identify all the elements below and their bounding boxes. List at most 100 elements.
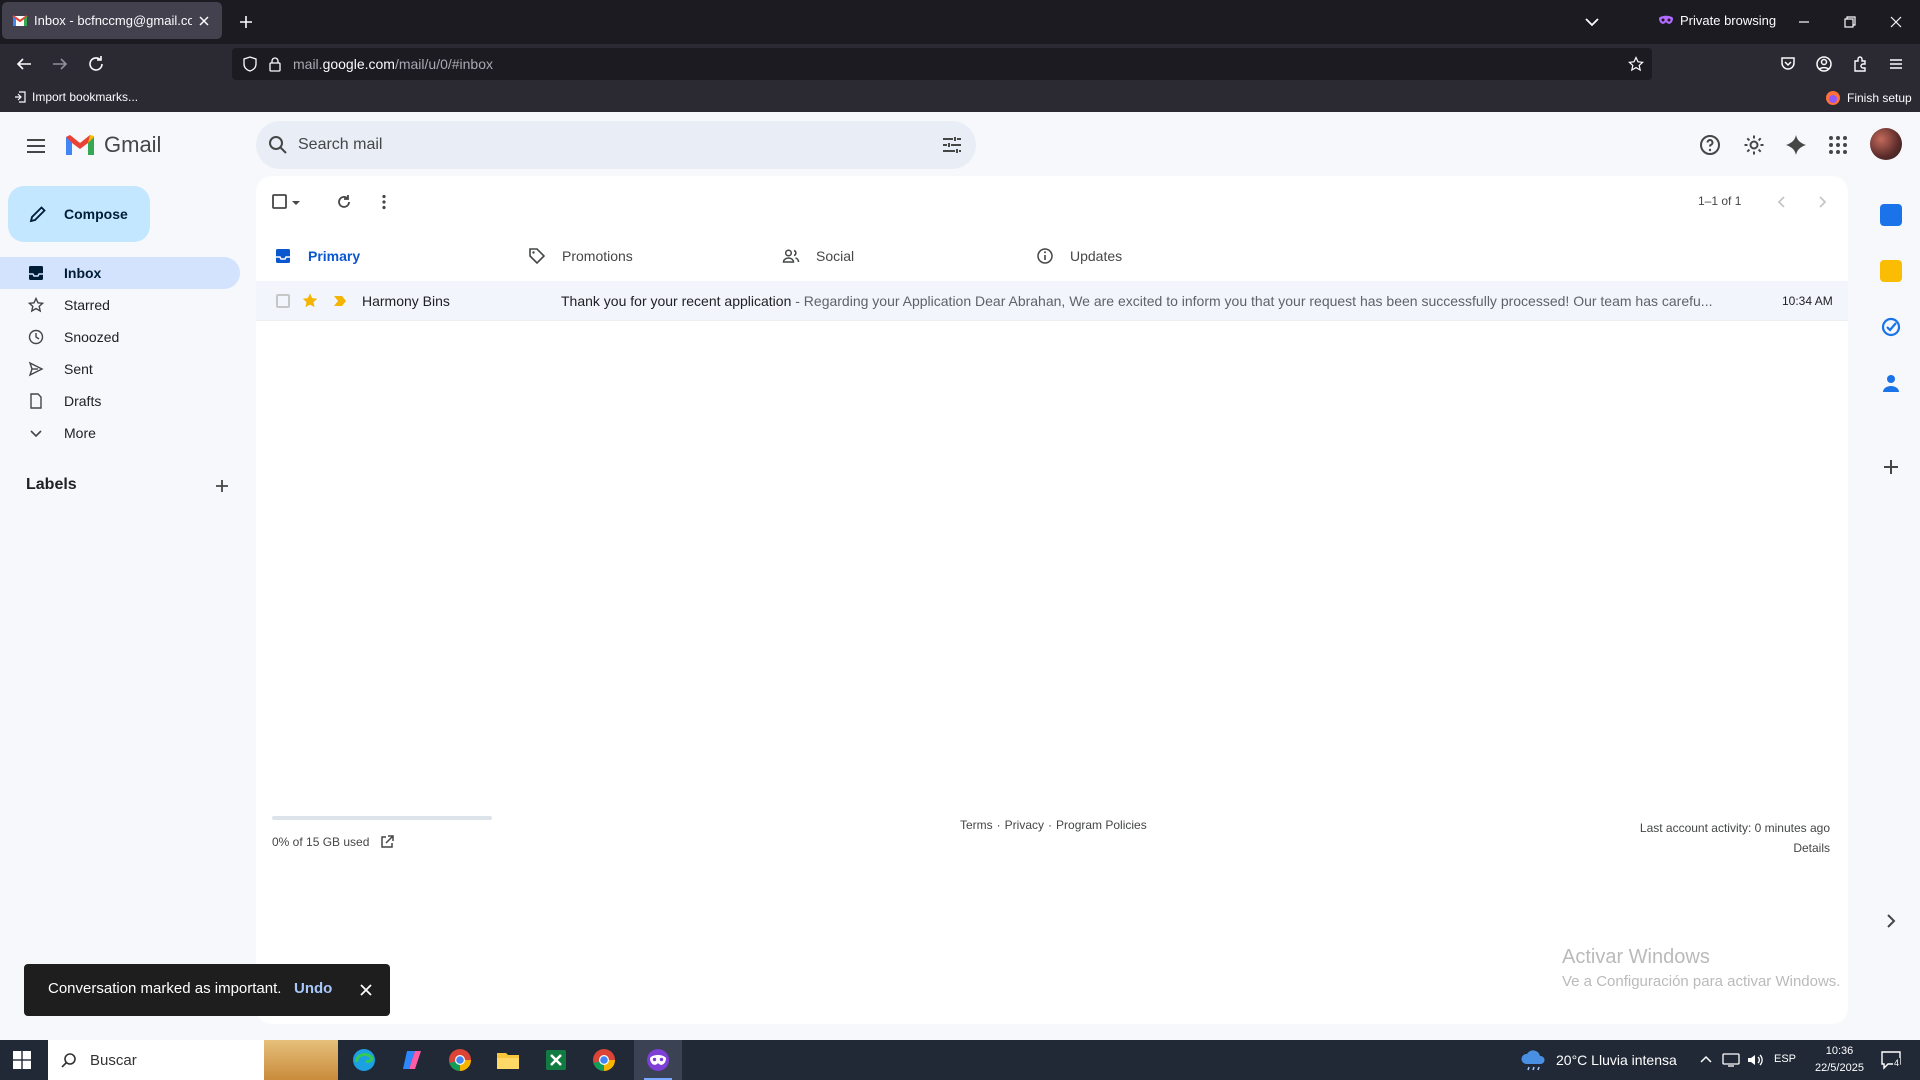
forward-arrow-icon[interactable]: [48, 52, 72, 76]
star-filled-icon[interactable]: [301, 292, 319, 310]
windows-start-icon[interactable]: [12, 1050, 32, 1070]
tasks-icon[interactable]: [1880, 316, 1902, 338]
edge-icon: [353, 1049, 375, 1071]
sidebar-item-snoozed[interactable]: Snoozed: [0, 321, 240, 353]
taskbar-chrome[interactable]: [436, 1040, 484, 1080]
chevron-up-icon[interactable]: [1698, 1052, 1714, 1068]
search-icon[interactable]: [266, 133, 290, 157]
privacy-link[interactable]: Privacy: [1005, 818, 1044, 832]
inbox-icon: [29, 266, 43, 280]
program-policies-link[interactable]: Program Policies: [1056, 818, 1147, 832]
tab-label: Promotions: [562, 248, 633, 264]
sidebar-item-inbox[interactable]: Inbox: [0, 257, 240, 289]
close-icon[interactable]: [356, 980, 376, 1000]
taskbar-search-label: Buscar: [90, 1051, 137, 1069]
important-marker-icon[interactable]: [332, 293, 348, 309]
shield-icon[interactable]: [242, 56, 258, 72]
gmail-favicon-icon: [12, 14, 28, 26]
account-avatar[interactable]: [1870, 128, 1902, 160]
contacts-icon[interactable]: [1880, 372, 1902, 394]
refresh-icon[interactable]: [334, 192, 354, 212]
sidebar-item-more[interactable]: More: [0, 417, 240, 449]
google-apps-grid-icon[interactable]: [1826, 133, 1850, 157]
list-all-tabs-icon[interactable]: [1580, 12, 1604, 32]
volume-icon[interactable]: [1746, 1052, 1764, 1068]
add-label-icon[interactable]: [212, 476, 232, 496]
app-menu-icon[interactable]: [1884, 52, 1908, 76]
tab-primary[interactable]: Primary: [264, 228, 518, 284]
open-external-icon[interactable]: [379, 834, 395, 850]
tab-updates[interactable]: Updates: [1026, 228, 1280, 284]
weather-widget[interactable]: 20°C Lluvia intensa: [1520, 1040, 1677, 1080]
help-icon[interactable]: [1698, 133, 1722, 157]
email-row[interactable]: Harmony Bins Thank you for your recent a…: [256, 281, 1848, 321]
details-link[interactable]: Details: [1640, 838, 1830, 858]
notification-center[interactable]: 4: [1880, 1050, 1902, 1070]
storage-usage-text: 0% of 15 GB used: [272, 835, 370, 849]
address-bar[interactable]: mail.google.com/mail/u/0/#inbox: [232, 48, 1652, 80]
finish-setup-button[interactable]: Finish setup: [1825, 90, 1912, 106]
compose-label: Compose: [64, 206, 128, 222]
chevron-right-icon[interactable]: [1880, 910, 1902, 932]
bookmark-star-icon[interactable]: [1628, 56, 1644, 72]
undo-button[interactable]: Undo: [294, 980, 332, 997]
search-icon: [61, 1053, 76, 1068]
import-bookmarks-button[interactable]: Import bookmarks...: [14, 90, 138, 104]
weather-text: 20°C Lluvia intensa: [1556, 1052, 1677, 1068]
lock-icon[interactable]: [267, 56, 283, 72]
main-menu-icon[interactable]: [24, 134, 48, 158]
watermark-subtitle: Ve a Configuración para activar Windows.: [1562, 973, 1841, 990]
sidebar-nav: Inbox Starred Snoozed Sent Drafts More: [0, 257, 256, 449]
terms-link[interactable]: Terms: [960, 818, 993, 832]
restore-icon[interactable]: [1838, 10, 1862, 34]
gemini-sparkle-icon[interactable]: [1784, 133, 1808, 157]
taskbar-search-box[interactable]: Buscar: [48, 1040, 338, 1080]
footer-links: Terms · Privacy · Program Policies: [960, 818, 1147, 832]
calendar-icon[interactable]: [1880, 204, 1902, 226]
compose-button[interactable]: Compose: [8, 186, 150, 242]
labels-heading: Labels: [26, 476, 77, 493]
pocket-icon[interactable]: [1776, 52, 1800, 76]
keep-icon[interactable]: [1880, 260, 1902, 282]
taskbar-excel[interactable]: [532, 1040, 580, 1080]
more-vertical-icon[interactable]: [374, 192, 394, 212]
email-checkbox[interactable]: [276, 294, 290, 308]
settings-gear-icon[interactable]: [1742, 133, 1766, 157]
taskbar-copilot[interactable]: [388, 1040, 436, 1080]
category-tabs: Primary Promotions Social Updates: [264, 228, 1848, 284]
sidebar-item-sent[interactable]: Sent: [0, 353, 240, 385]
excel-icon: [546, 1050, 566, 1070]
storage-usage: 0% of 15 GB used: [272, 834, 395, 850]
gmail-logo[interactable]: Gmail: [64, 132, 161, 158]
search-bar[interactable]: [256, 121, 976, 169]
search-input[interactable]: [298, 133, 898, 157]
taskbar-file-explorer[interactable]: [484, 1040, 532, 1080]
new-tab-icon[interactable]: [234, 10, 258, 34]
reload-icon[interactable]: [84, 52, 108, 76]
back-arrow-icon[interactable]: [12, 52, 36, 76]
extensions-icon[interactable]: [1848, 52, 1872, 76]
select-all-checkbox-icon[interactable]: [270, 192, 290, 212]
sidebar-item-starred[interactable]: Starred: [0, 289, 240, 321]
select-dropdown-icon[interactable]: [290, 192, 302, 212]
system-clock[interactable]: 10:36 22/5/2025: [1815, 1043, 1864, 1077]
url-text[interactable]: mail.google.com/mail/u/0/#inbox: [293, 56, 493, 72]
account-icon[interactable]: [1812, 52, 1836, 76]
taskbar-firefox-private[interactable]: [634, 1040, 682, 1080]
add-addon-icon[interactable]: [1880, 456, 1902, 478]
close-window-icon[interactable]: [1884, 10, 1908, 34]
sidebar-item-drafts[interactable]: Drafts: [0, 385, 240, 417]
older-page-icon[interactable]: [1772, 192, 1792, 212]
browser-tab-inbox[interactable]: Inbox - bcfnccmg@gmail.com -: [2, 2, 222, 39]
taskbar-edge[interactable]: [340, 1040, 388, 1080]
gmail-m-icon: [66, 135, 94, 155]
network-icon[interactable]: [1722, 1052, 1740, 1068]
minimize-icon[interactable]: [1792, 10, 1816, 34]
taskbar-chrome-2[interactable]: [580, 1040, 628, 1080]
search-options-icon[interactable]: [940, 133, 964, 157]
tab-social[interactable]: Social: [772, 228, 1026, 284]
input-language[interactable]: ESP: [1774, 1053, 1796, 1065]
close-tab-icon[interactable]: [196, 13, 212, 29]
newer-page-icon[interactable]: [1812, 192, 1832, 212]
tab-promotions[interactable]: Promotions: [518, 228, 772, 284]
